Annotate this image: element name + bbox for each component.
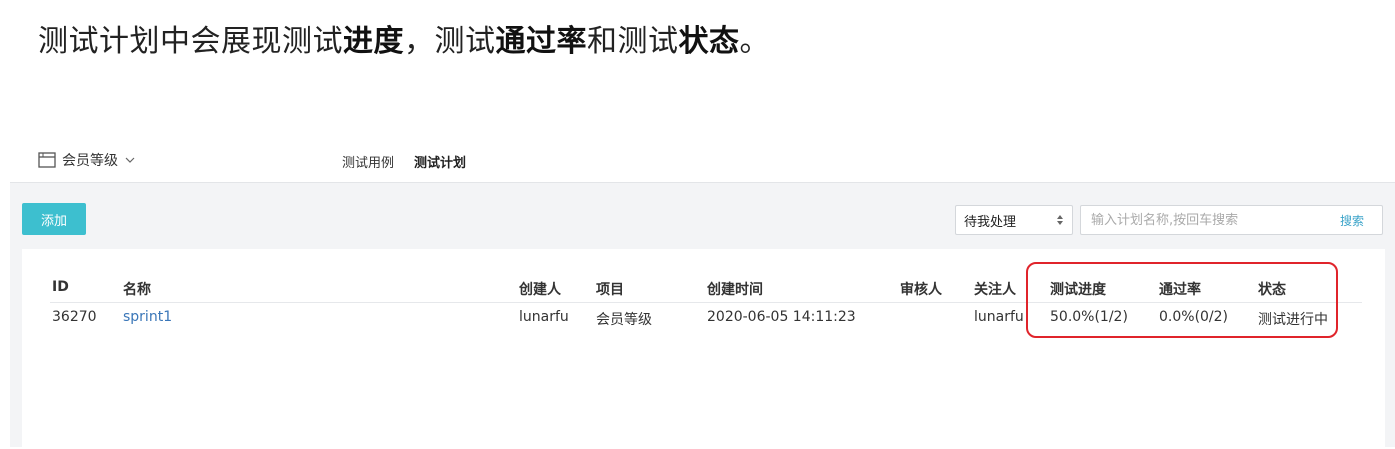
top-bar: 会员等级 测试用例 测试计划 (0, 140, 1395, 184)
cell-progress: 50.0%(1/2) (1050, 309, 1128, 325)
col-header-name: 名称 (123, 282, 151, 298)
filter-select-value: 待我处理 (964, 214, 1017, 230)
cell-name-link[interactable]: sprint1 (123, 309, 172, 325)
col-header-pass-rate: 通过率 (1159, 282, 1201, 298)
chevron-down-icon (125, 157, 135, 163)
content-panel: 添加 待我处理 搜索 ID 名称 创建人 项目 创建时间 审核人 关注人 测试进… (10, 182, 1395, 449)
cell-id: 36270 (52, 309, 97, 325)
col-header-reviewer: 审核人 (900, 282, 942, 298)
caption-bold-status: 状态 (678, 24, 740, 59)
caption-text: 测试计划中会展现测试进度，测试通过率和测试状态。 (38, 16, 770, 60)
cell-pass-rate: 0.0%(0/2) (1159, 309, 1229, 325)
tab-bar: 测试用例 测试计划 (342, 140, 492, 184)
col-header-creator: 创建人 (519, 282, 561, 298)
col-header-project: 项目 (596, 282, 624, 298)
caption-bold-progress: 进度 (343, 24, 404, 59)
cell-follower: lunarfu (974, 309, 1024, 325)
project-icon (38, 152, 56, 168)
search-input[interactable] (1080, 205, 1383, 235)
search-button[interactable]: 搜索 (1340, 212, 1364, 229)
select-arrows-icon (1057, 215, 1063, 225)
filter-select[interactable]: 待我处理 (955, 205, 1073, 235)
cell-created-at: 2020-06-05 14:11:23 (707, 309, 856, 325)
col-header-created-at: 创建时间 (707, 282, 763, 298)
cell-status: 测试进行中 (1258, 312, 1328, 328)
caption-part2: ，测试 (404, 24, 496, 59)
col-header-id: ID (52, 279, 69, 295)
cell-creator: lunarfu (519, 309, 569, 325)
tab-test-cases[interactable]: 测试用例 (342, 140, 394, 182)
caption-part1: 测试计划中会展现测试 (38, 24, 343, 59)
caption-part4: 。 (739, 24, 770, 59)
col-header-follower: 关注人 (974, 282, 1016, 298)
plan-table-card: ID 名称 创建人 项目 创建时间 审核人 关注人 测试进度 通过率 状态 36… (22, 249, 1385, 449)
col-header-progress: 测试进度 (1050, 282, 1106, 298)
table-header: ID 名称 创建人 项目 创建时间 审核人 关注人 测试进度 通过率 状态 (22, 275, 1385, 305)
cell-project: 会员等级 (596, 312, 652, 328)
table-row: 36270 sprint1 lunarfu 会员等级 2020-06-05 14… (22, 309, 1385, 333)
caption-part3: 和测试 (587, 24, 679, 59)
header-divider (50, 302, 1362, 303)
add-button[interactable]: 添加 (22, 203, 86, 235)
tab-test-plans[interactable]: 测试计划 (410, 140, 473, 184)
project-switcher[interactable]: 会员等级 (38, 150, 136, 170)
col-header-status: 状态 (1258, 282, 1286, 298)
project-name: 会员等级 (62, 153, 118, 169)
caption-bold-pass-rate: 通过率 (495, 24, 587, 59)
